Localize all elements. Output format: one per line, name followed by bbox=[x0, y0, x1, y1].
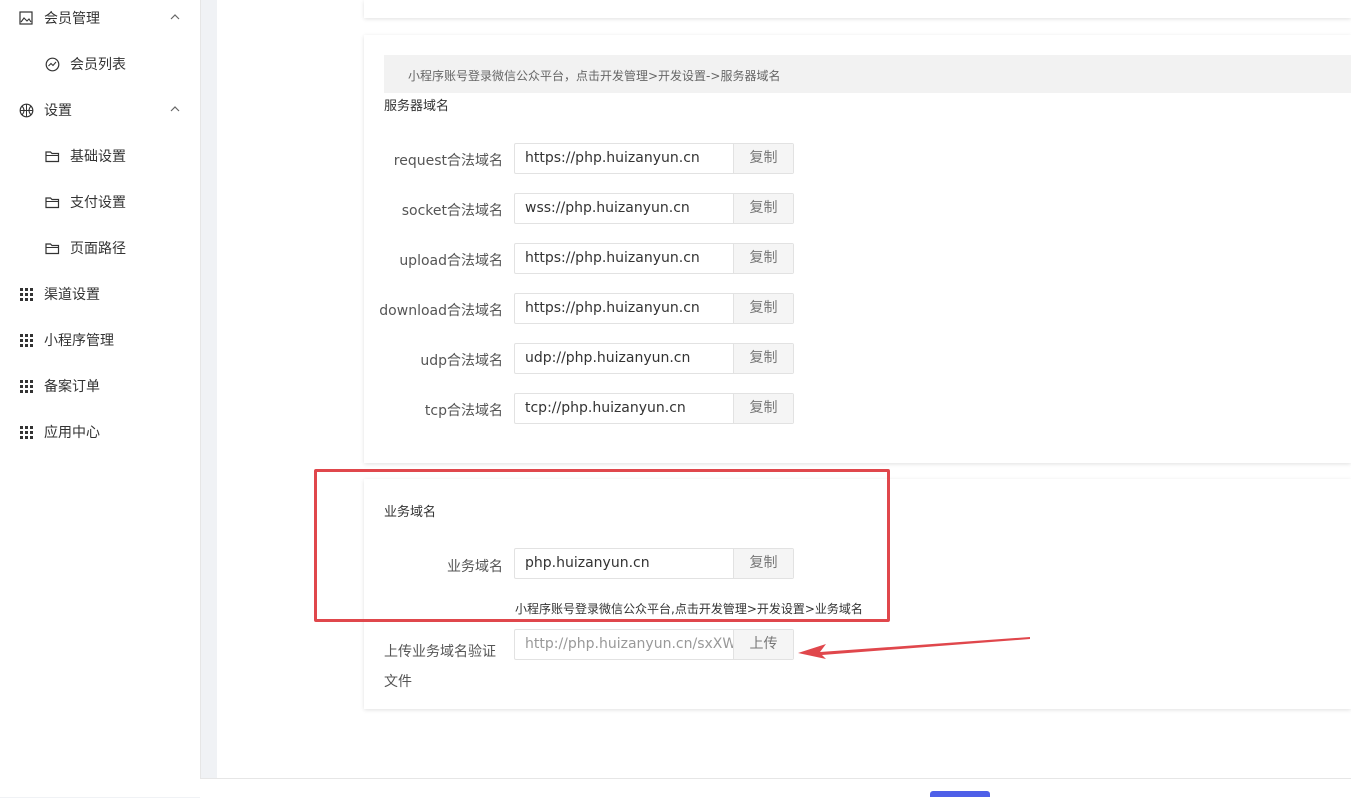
copy-button[interactable]: 复制 bbox=[734, 344, 793, 373]
sidebar-item-label: 会员列表 bbox=[70, 57, 126, 73]
previous-card bbox=[364, 0, 1351, 18]
upload-verify-field: http://php.huizanyun.cn/sxXWb9 上传 bbox=[514, 629, 794, 660]
sidebar-item-label: 小程序管理 bbox=[44, 333, 114, 349]
sidebar-item-page-path[interactable]: 页面路径 bbox=[0, 225, 200, 271]
request-domain-input[interactable]: https://php.huizanyun.cn bbox=[515, 144, 734, 173]
download-domain-field: https://php.huizanyun.cn 复制 bbox=[514, 293, 794, 324]
grid-icon bbox=[18, 286, 34, 302]
upload-domain-label: upload合法域名 bbox=[399, 253, 503, 269]
sidebar-item-label: 应用中心 bbox=[44, 425, 100, 441]
sidebar-item-miniprogram-management[interactable]: 小程序管理 bbox=[0, 317, 200, 363]
upload-domain-input[interactable]: https://php.huizanyun.cn bbox=[515, 244, 734, 273]
grid-icon bbox=[18, 332, 34, 348]
sidebar-item-app-center[interactable]: 应用中心 bbox=[0, 409, 200, 455]
sidebar-item-label: 基础设置 bbox=[70, 149, 126, 165]
dashboard-icon bbox=[44, 56, 60, 72]
chevron-up-icon bbox=[170, 14, 180, 20]
basketball-icon bbox=[18, 102, 34, 118]
socket-domain-label: socket合法域名 bbox=[401, 203, 503, 219]
primary-button[interactable] bbox=[930, 791, 990, 797]
upload-verify-input[interactable]: http://php.huizanyun.cn/sxXWb9 bbox=[515, 630, 734, 659]
upload-button[interactable]: 上传 bbox=[734, 630, 793, 659]
sidebar-item-channel-settings[interactable]: 渠道设置 bbox=[0, 271, 200, 317]
sidebar-item-settings[interactable]: 设置 bbox=[0, 87, 200, 133]
bottom-bar bbox=[200, 778, 1351, 798]
request-domain-field: https://php.huizanyun.cn 复制 bbox=[514, 143, 794, 174]
sidebar-item-label: 备案订单 bbox=[44, 379, 100, 395]
copy-button[interactable]: 复制 bbox=[734, 394, 793, 423]
sidebar-item-label: 页面路径 bbox=[70, 241, 126, 257]
copy-button[interactable]: 复制 bbox=[734, 144, 793, 173]
tcp-domain-field: tcp://php.huizanyun.cn 复制 bbox=[514, 393, 794, 424]
grid-icon bbox=[18, 378, 34, 394]
request-domain-label: request合法域名 bbox=[393, 153, 503, 169]
sidebar-item-filing-orders[interactable]: 备案订单 bbox=[0, 363, 200, 409]
sidebar: 会员管理 会员列表 设置 基础设置 支付设置 页面路径 渠道设置 小程序管理 备… bbox=[0, 0, 201, 797]
tcp-domain-label: tcp合法域名 bbox=[424, 403, 503, 419]
annotation-highlight-box bbox=[314, 469, 890, 622]
udp-domain-field: udp://php.huizanyun.cn 复制 bbox=[514, 343, 794, 374]
chevron-up-icon bbox=[170, 106, 180, 112]
copy-button[interactable]: 复制 bbox=[734, 244, 793, 273]
sidebar-item-basic-settings[interactable]: 基础设置 bbox=[0, 133, 200, 179]
server-domain-title: 服务器域名 bbox=[384, 99, 450, 114]
sidebar-item-member-management[interactable]: 会员管理 bbox=[0, 0, 200, 41]
folder-icon bbox=[44, 194, 60, 210]
grid-icon bbox=[18, 424, 34, 440]
upload-domain-field: https://php.huizanyun.cn 复制 bbox=[514, 243, 794, 274]
sidebar-item-label: 会员管理 bbox=[44, 11, 100, 27]
sidebar-item-payment-settings[interactable]: 支付设置 bbox=[0, 179, 200, 225]
sidebar-item-member-list[interactable]: 会员列表 bbox=[0, 41, 200, 87]
download-domain-label: download合法域名 bbox=[379, 303, 503, 319]
socket-domain-input[interactable]: wss://php.huizanyun.cn bbox=[515, 194, 734, 223]
sidebar-item-label: 渠道设置 bbox=[44, 287, 100, 303]
udp-domain-label: udp合法域名 bbox=[420, 353, 503, 369]
server-domain-tip: 小程序账号登录微信公众平台，点击开发管理>开发设置->服务器域名 bbox=[384, 55, 1351, 93]
upload-verify-label: 上传业务域名验证 文件 bbox=[384, 644, 496, 690]
socket-domain-field: wss://php.huizanyun.cn 复制 bbox=[514, 193, 794, 224]
main-content: 小程序账号登录微信公众平台，点击开发管理>开发设置->服务器域名 服务器域名 r… bbox=[217, 0, 1351, 778]
folder-icon bbox=[44, 148, 60, 164]
tcp-domain-input[interactable]: tcp://php.huizanyun.cn bbox=[515, 394, 734, 423]
copy-button[interactable]: 复制 bbox=[734, 194, 793, 223]
sidebar-item-label: 支付设置 bbox=[70, 195, 126, 211]
sidebar-item-label: 设置 bbox=[44, 103, 72, 119]
server-domain-card: 小程序账号登录微信公众平台，点击开发管理>开发设置->服务器域名 服务器域名 r… bbox=[364, 35, 1351, 463]
folder-icon bbox=[44, 240, 60, 256]
image-icon bbox=[18, 10, 34, 26]
download-domain-input[interactable]: https://php.huizanyun.cn bbox=[515, 294, 734, 323]
annotation-arrow-icon bbox=[798, 637, 1030, 659]
copy-button[interactable]: 复制 bbox=[734, 294, 793, 323]
udp-domain-input[interactable]: udp://php.huizanyun.cn bbox=[515, 344, 734, 373]
